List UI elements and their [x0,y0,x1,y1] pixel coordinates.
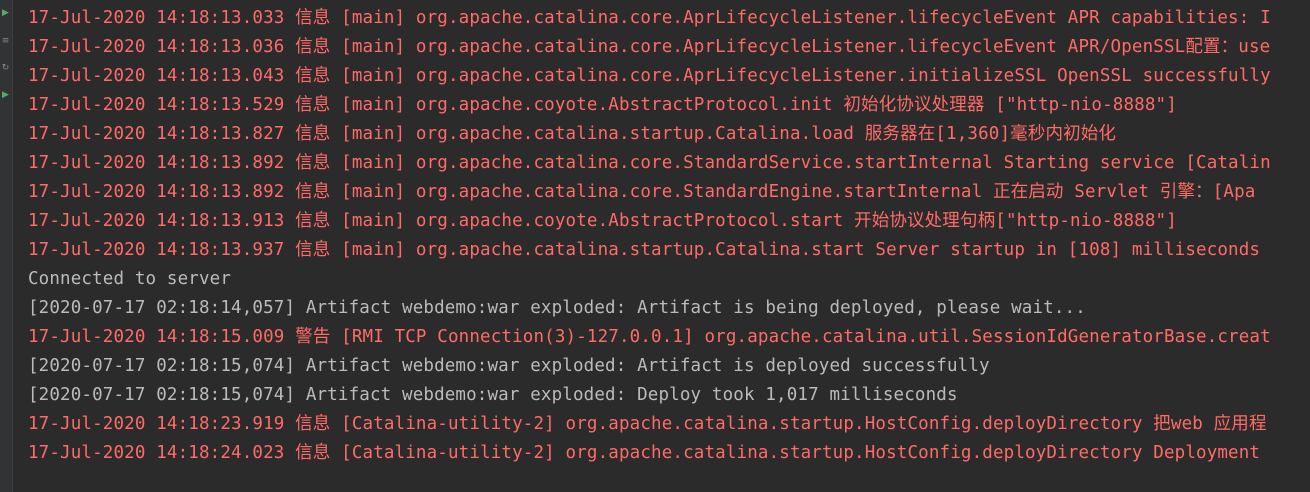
log-line: Connected to server [28,269,232,289]
log-line: 17-Jul-2020 14:18:13.913 信息 [main] org.a… [28,211,1177,231]
run-icon[interactable]: ▶ [1,9,10,18]
log-line: [2020-07-17 02:18:15,074] Artifact webde… [28,356,990,376]
log-line: 17-Jul-2020 14:18:15.009 警告 [RMI TCP Con… [28,327,1271,347]
log-line: 17-Jul-2020 14:18:13.043 信息 [main] org.a… [28,66,1271,86]
log-line: [2020-07-17 02:18:14,057] Artifact webde… [28,298,1086,318]
run-console[interactable]: ▶ ≡ ↻ ▶ 17-Jul-2020 14:18:13.033 信息 [mai… [0,0,1310,492]
log-line: 17-Jul-2020 14:18:24.023 信息 [Catalina-ut… [28,443,1261,463]
log-line: 17-Jul-2020 14:18:13.036 信息 [main] org.a… [28,37,1271,57]
log-line: 17-Jul-2020 14:18:13.529 信息 [main] org.a… [28,95,1177,115]
log-line: 17-Jul-2020 14:18:23.919 信息 [Catalina-ut… [28,414,1267,434]
log-line: 17-Jul-2020 14:18:13.892 信息 [main] org.a… [28,153,1271,173]
log-line: 17-Jul-2020 14:18:13.892 信息 [main] org.a… [28,182,1256,202]
log-line: 17-Jul-2020 14:18:13.033 信息 [main] org.a… [28,8,1271,28]
restore-icon[interactable]: ↻ [1,64,10,73]
log-line: 17-Jul-2020 14:18:13.827 信息 [main] org.a… [28,124,1117,144]
settings-icon[interactable]: ≡ [1,37,10,46]
log-line: 17-Jul-2020 14:18:13.937 信息 [main] org.a… [28,240,1261,260]
run-icon[interactable]: ▶ [1,91,10,100]
log-line: [2020-07-17 02:18:15,074] Artifact webde… [28,385,958,405]
console-output[interactable]: 17-Jul-2020 14:18:13.033 信息 [main] org.a… [28,4,1310,468]
console-gutter: ▶ ≡ ↻ ▶ [0,0,13,492]
